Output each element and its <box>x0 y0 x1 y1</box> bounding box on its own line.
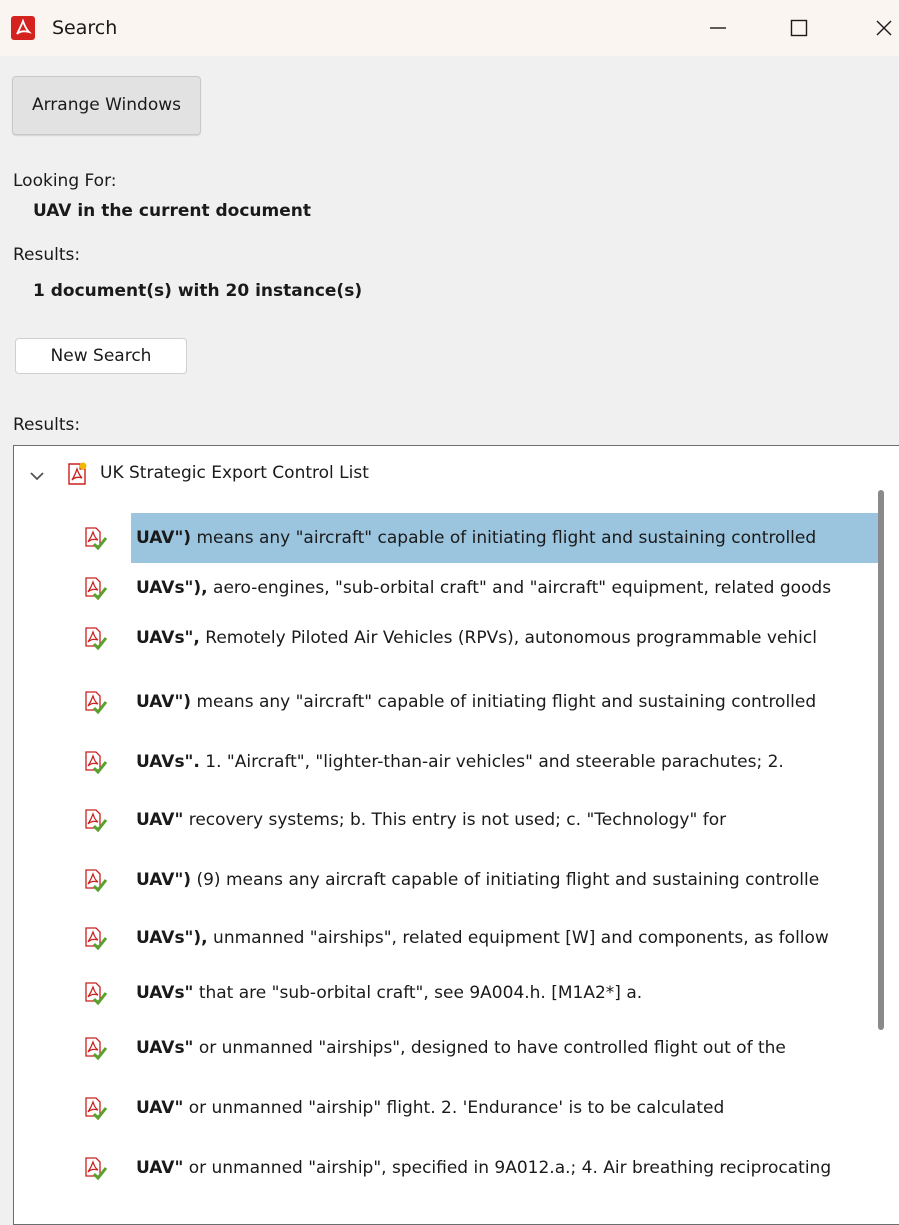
result-match: UAV" <box>136 810 184 830</box>
result-text: UAV") means any "aircraft" capable of in… <box>136 513 878 563</box>
arrange-windows-button[interactable]: Arrange Windows <box>12 76 201 135</box>
result-match: UAVs"), <box>136 928 208 948</box>
result-row[interactable]: UAV") means any "aircraft" capable of in… <box>80 677 880 727</box>
result-text: UAVs" that are "sub-orbital craft", see … <box>136 968 878 1018</box>
result-match: UAVs". <box>136 752 200 772</box>
result-text: UAVs" or unmanned "airships", designed t… <box>136 1023 878 1073</box>
result-row[interactable]: UAV" or unmanned "airship", specified in… <box>80 1143 880 1193</box>
result-context: or unmanned "airships", designed to have… <box>193 1038 786 1058</box>
maximize-button[interactable] <box>779 12 819 44</box>
result-row[interactable]: UAVs". 1. "Aircraft", "lighter-than-air … <box>80 737 880 787</box>
summary-value: 1 document(s) with 20 instance(s) <box>33 281 363 301</box>
result-match: UAV") <box>136 692 192 712</box>
window-title: Search <box>52 17 118 39</box>
result-match: UAV" <box>136 1158 184 1178</box>
minimize-button[interactable] <box>698 12 738 44</box>
search-result-icon <box>82 926 108 956</box>
search-result-icon <box>82 868 108 898</box>
result-row[interactable]: UAV" recovery systems; b. This entry is … <box>80 795 880 845</box>
result-text: UAVs", Remotely Piloted Air Vehicles (RP… <box>136 613 878 663</box>
result-context: means any "aircraft" capable of initiati… <box>191 528 817 548</box>
result-text: UAVs"), unmanned "airships", related equ… <box>136 913 878 963</box>
close-button[interactable] <box>864 12 899 44</box>
looking-for-value: UAV in the current document <box>33 201 312 221</box>
result-row[interactable]: UAVs"), aero-engines, "sub-orbital craft… <box>80 563 880 613</box>
search-result-icon <box>82 626 108 656</box>
result-context: means any "aircraft" capable of initiati… <box>191 692 817 712</box>
result-match: UAV") <box>136 528 192 548</box>
result-text: UAV") (9) means any aircraft capable of … <box>136 855 878 905</box>
search-result-icon <box>82 981 108 1011</box>
search-result-icon <box>82 808 108 838</box>
result-text: UAV" or unmanned "airship" flight. 2. 'E… <box>136 1083 878 1133</box>
result-row[interactable]: UAVs", Remotely Piloted Air Vehicles (RP… <box>80 613 880 663</box>
acrobat-icon <box>11 16 35 40</box>
result-match: UAVs" <box>136 1038 194 1058</box>
result-context: or unmanned "airship" flight. 2. 'Endura… <box>183 1098 725 1118</box>
result-row[interactable]: UAV") (9) means any aircraft capable of … <box>80 855 880 905</box>
result-text: UAVs"), aero-engines, "sub-orbital craft… <box>136 563 878 613</box>
result-context: that are "sub-orbital craft", see 9A004.… <box>193 983 643 1003</box>
result-context: or unmanned "airship", specified in 9A01… <box>183 1158 832 1178</box>
result-text: UAVs". 1. "Aircraft", "lighter-than-air … <box>136 737 878 787</box>
vertical-scrollbar[interactable] <box>878 490 884 1030</box>
new-search-button[interactable]: New Search <box>15 338 187 374</box>
search-result-icon <box>82 1096 108 1126</box>
result-row[interactable]: UAVs"), unmanned "airships", related equ… <box>80 913 880 963</box>
result-row[interactable]: UAV" or unmanned "airship" flight. 2. 'E… <box>80 1083 880 1133</box>
result-text: UAV" or unmanned "airship", specified in… <box>136 1143 878 1193</box>
summary-label: Results: <box>13 245 81 265</box>
result-match: UAV") <box>136 870 192 890</box>
result-context: unmanned "airships", related equipment [… <box>207 928 829 948</box>
result-row[interactable]: UAVs" that are "sub-orbital craft", see … <box>80 968 880 1018</box>
chevron-down-icon[interactable] <box>29 467 45 486</box>
result-match: UAV" <box>136 1098 184 1118</box>
result-context: (9) means any aircraft capable of initia… <box>191 870 820 890</box>
result-text: UAV") means any "aircraft" capable of in… <box>136 677 878 727</box>
search-result-icon <box>82 576 108 606</box>
search-result-icon <box>82 526 108 556</box>
result-row[interactable]: UAVs" or unmanned "airships", designed t… <box>80 1023 880 1073</box>
result-match: UAVs"), <box>136 578 208 598</box>
pdf-document-icon <box>65 461 89 491</box>
document-node-label[interactable]: UK Strategic Export Control List <box>100 462 369 484</box>
result-context: Remotely Piloted Air Vehicles (RPVs), au… <box>199 628 817 648</box>
search-result-icon <box>82 1036 108 1066</box>
title-bar: Search <box>0 0 899 56</box>
result-row[interactable]: UAV") means any "aircraft" capable of in… <box>80 513 880 563</box>
result-match: UAVs", <box>136 628 200 648</box>
search-result-icon <box>82 690 108 720</box>
result-match: UAVs" <box>136 983 194 1003</box>
search-result-icon <box>82 1156 108 1186</box>
result-text: UAV" recovery systems; b. This entry is … <box>136 795 878 845</box>
result-context: 1. "Aircraft", "lighter-than-air vehicle… <box>199 752 784 772</box>
results-label: Results: <box>13 415 81 435</box>
looking-for-label: Looking For: <box>13 171 117 191</box>
search-result-icon <box>82 750 108 780</box>
result-context: aero-engines, "sub-orbital craft" and "a… <box>207 578 832 598</box>
result-context: recovery systems; b. This entry is not u… <box>183 810 727 830</box>
